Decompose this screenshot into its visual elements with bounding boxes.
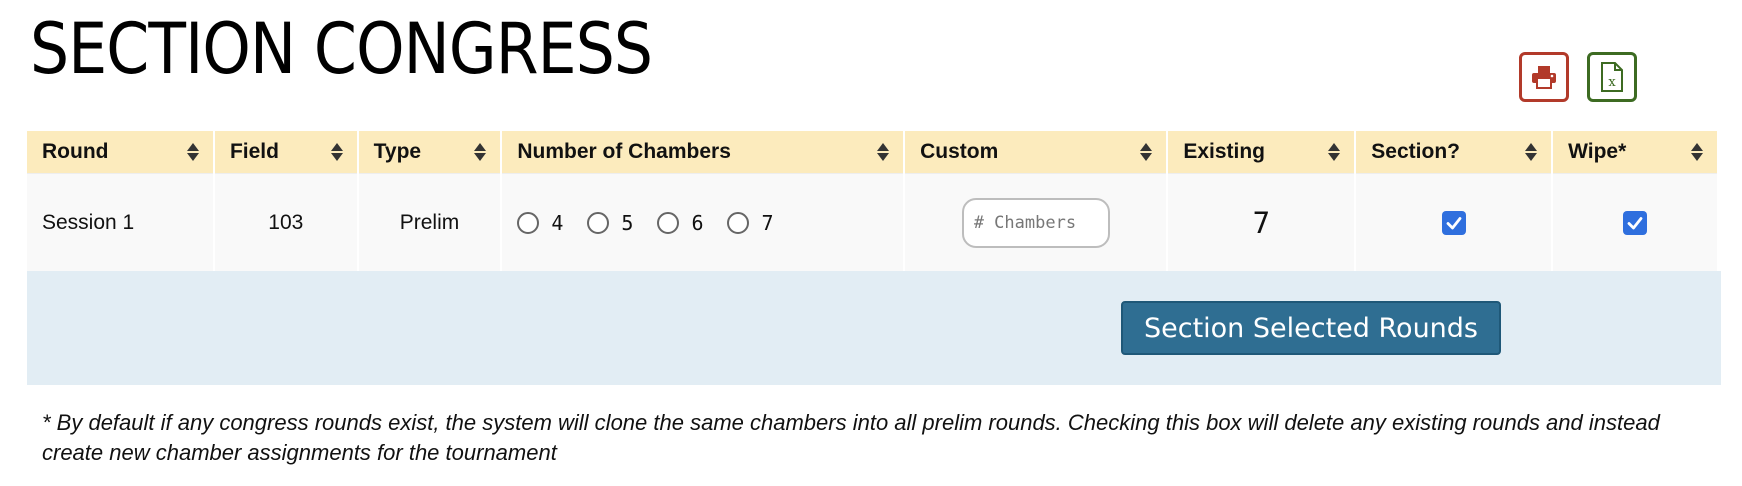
column-header-round[interactable]: Round	[27, 131, 213, 173]
wipe-cell	[1553, 173, 1717, 271]
excel-export-button[interactable]: x	[1587, 52, 1637, 102]
column-header-type[interactable]: Type	[358, 131, 501, 173]
existing-count: 7	[1252, 205, 1271, 240]
print-button[interactable]	[1519, 52, 1569, 102]
printer-icon	[1532, 66, 1556, 89]
column-header-custom[interactable]: Custom	[905, 131, 1167, 173]
action-bar: Section Selected Rounds	[27, 271, 1721, 385]
page-title: SECTION CONGRESS	[30, 8, 653, 90]
radio-button[interactable]	[587, 211, 610, 234]
field-cell: 103	[214, 173, 357, 271]
svg-text:x: x	[1608, 75, 1616, 90]
round-cell: Session 1	[27, 173, 213, 271]
column-header-existing[interactable]: Existing	[1168, 131, 1355, 173]
checkmark-icon	[1627, 216, 1643, 230]
column-header-wipe[interactable]: Wipe*	[1553, 131, 1717, 173]
checkmark-icon	[1446, 216, 1462, 230]
column-header-section[interactable]: Section?	[1356, 131, 1552, 173]
sort-icon	[474, 143, 487, 161]
radio-button[interactable]	[517, 211, 540, 234]
chambers-radio-option[interactable]: 6	[657, 211, 703, 235]
custom-cell	[905, 173, 1167, 271]
sort-icon	[330, 143, 343, 161]
export-buttons: x	[1519, 52, 1637, 102]
radio-button[interactable]	[657, 211, 680, 234]
chambers-cell: 4 5 6 7	[502, 173, 904, 271]
section-selected-rounds-button[interactable]: Section Selected Rounds	[1121, 301, 1501, 355]
sort-icon	[1140, 143, 1153, 161]
wipe-checkbox[interactable]	[1623, 210, 1648, 235]
section-checkbox[interactable]	[1441, 210, 1466, 235]
column-header-number-of-chambers[interactable]: Number of Chambers	[502, 131, 904, 173]
chambers-radio-group: 4 5 6 7	[517, 211, 888, 235]
sort-icon	[1328, 143, 1341, 161]
rounds-table: Round Field Type Number of Chambers Cust…	[25, 131, 1719, 271]
sort-icon	[1525, 143, 1538, 161]
column-header-field[interactable]: Field	[214, 131, 357, 173]
chambers-radio-option[interactable]: 4	[517, 211, 563, 235]
type-cell: Prelim	[358, 173, 501, 271]
section-cell	[1356, 173, 1552, 271]
chambers-radio-option[interactable]: 5	[587, 211, 633, 235]
custom-chambers-input[interactable]	[961, 197, 1110, 248]
radio-button[interactable]	[727, 211, 750, 234]
sort-icon	[1691, 143, 1703, 161]
sort-icon	[186, 143, 199, 161]
footnote: * By default if any congress rounds exis…	[42, 410, 1660, 465]
table-row: Session 1 103 Prelim 4 5 6 7 # Chambers …	[27, 173, 1717, 271]
chambers-radio-option[interactable]: 7	[727, 211, 774, 235]
existing-cell: 7	[1168, 173, 1355, 271]
table-header-row: Round Field Type Number of Chambers Cust…	[27, 131, 1717, 173]
excel-file-icon: x	[1601, 62, 1623, 92]
sort-icon	[877, 143, 890, 161]
